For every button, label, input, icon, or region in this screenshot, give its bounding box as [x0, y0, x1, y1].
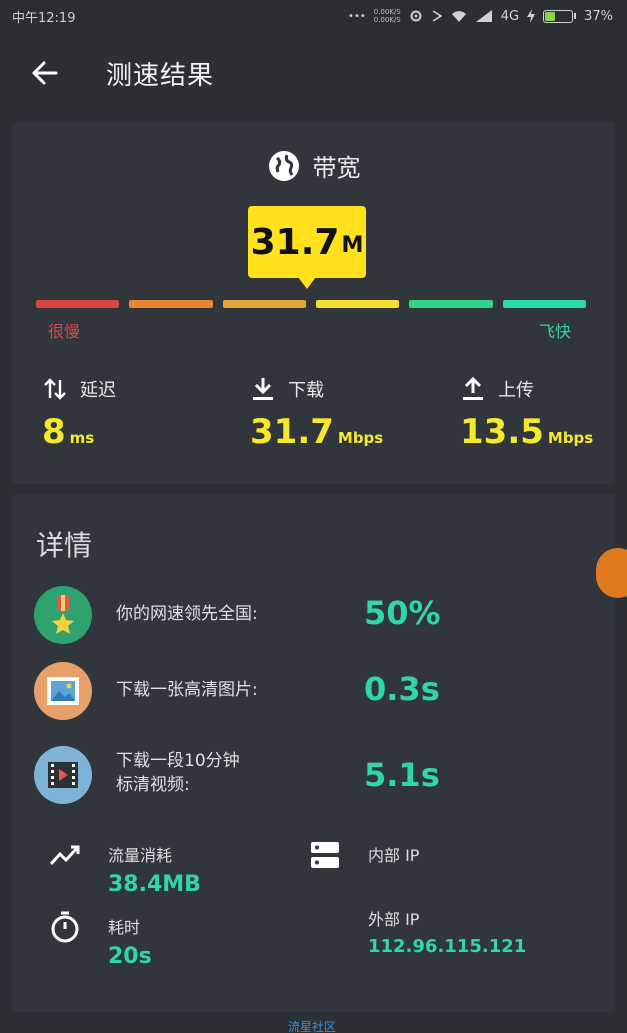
settings-gear-icon [410, 10, 422, 22]
duration-label: 耗时 [108, 918, 141, 937]
download-metric: 下载 31.7 Mbps [250, 376, 383, 452]
detail-row-rank: 你的网速领先全国: 50% [12, 586, 615, 646]
duration-info: 耗时 20s [108, 914, 152, 969]
status-bar: 中午12:19 ••• 0.00K/S 0.00K/S 4G 37% [0, 0, 627, 32]
upload-unit: Mbps [547, 429, 594, 447]
latency-metric: 延迟 8 ms [42, 376, 116, 452]
upload-icon [463, 376, 483, 400]
globe-icon [268, 150, 299, 181]
network-speed: 0.00K/S 0.00K/S [374, 8, 401, 24]
rank-label: 你的网速领先全国: [116, 604, 258, 624]
floating-edge-button[interactable] [596, 548, 627, 598]
page-title: 测速结果 [106, 60, 215, 91]
latency-label: 延迟 [80, 380, 116, 401]
battery-percent: 37% [584, 8, 613, 24]
download-icon [253, 378, 273, 400]
details-card: 详情 你的网速领先全国: 50% 下载一张高清图片: 0.3s 下载一段10分钟… [12, 494, 615, 1012]
detail-row-picture: 下载一张高清图片: 0.3s [12, 662, 615, 722]
upload-label: 上传 [498, 380, 534, 401]
video-value: 5.1s [364, 756, 440, 794]
back-button[interactable] [24, 53, 64, 93]
latency-unit: ms [69, 429, 95, 447]
latency-arrows-icon [44, 378, 66, 400]
wifi-icon [451, 11, 466, 22]
internal-ip-label: 内部 IP [368, 846, 420, 865]
video-label-line1: 下载一段10分钟 [116, 751, 240, 771]
app-bar: 测速结果 [0, 32, 627, 114]
bandwidth-value-bubble: 31.7 M [248, 206, 366, 278]
traffic-info: 流量消耗 38.4MB [108, 842, 201, 897]
watermark-text: 流星社区 [288, 1020, 337, 1033]
bandwidth-card: 带宽 31.7 M 很慢 飞快 延迟 8 ms 下载 31.7 Mbps 上传 13… [12, 122, 615, 484]
bandwidth-label: 带宽 [312, 154, 361, 182]
bandwidth-header: 带宽 [12, 148, 615, 183]
video-icon-circle [34, 746, 92, 804]
video-label: 下载一段10分钟 标清视频: [116, 749, 240, 797]
status-icons: ••• 0.00K/S 0.00K/S 4G 37% [348, 8, 613, 24]
detail-row-video: 下载一段10分钟 标清视频: 5.1s [12, 746, 615, 806]
trending-up-icon [49, 845, 80, 866]
download-label: 下载 [288, 380, 324, 401]
upload-value: 13.5 [460, 412, 544, 452]
notification-dots: ••• [348, 10, 366, 22]
speed-down-text: 0.00K/S [373, 16, 401, 24]
speed-scale [36, 300, 586, 308]
download-unit: Mbps [337, 429, 384, 447]
status-time: 中午12:19 [12, 10, 76, 26]
scale-segment-4 [315, 300, 400, 308]
external-ip-info: 外部 IP 112.96.115.121 [368, 906, 526, 957]
medal-icon [52, 595, 74, 634]
battery-icon [543, 9, 577, 23]
external-ip-label: 外部 IP [368, 910, 420, 929]
video-label-line2: 标清视频: [116, 775, 190, 795]
signal-icon [475, 10, 492, 22]
bandwidth-unit: M [341, 232, 364, 258]
external-ip-value: 112.96.115.121 [368, 936, 527, 957]
picture-icon [47, 677, 79, 705]
upload-metric: 上传 13.5 Mbps [460, 376, 593, 452]
scale-high-label: 飞快 [538, 322, 571, 341]
duration-value: 20s [108, 944, 152, 969]
network-type: 4G [500, 8, 520, 24]
picture-label: 下载一张高清图片: [116, 680, 258, 700]
download-value: 31.7 [250, 412, 334, 452]
picture-icon-circle [34, 662, 92, 720]
bandwidth-value: 31.7 [250, 221, 340, 263]
rank-value: 50% [364, 594, 441, 632]
scale-segment-2 [129, 300, 213, 308]
back-arrow-icon [32, 61, 58, 85]
traffic-value: 38.4MB [108, 872, 201, 897]
server-icon [311, 842, 339, 868]
scale-segment-1 [36, 300, 120, 308]
medal-icon-circle [34, 586, 92, 644]
scale-low-label: 很慢 [48, 322, 81, 341]
traffic-label: 流量消耗 [108, 846, 173, 865]
vibrate-icon [432, 10, 443, 22]
charging-bolt-icon [527, 9, 536, 23]
scale-segment-5 [409, 300, 493, 308]
scale-segment-3 [222, 300, 306, 308]
internal-ip-info: 内部 IP [368, 842, 419, 872]
scale-segment-6 [502, 300, 586, 308]
bubble-pointer [298, 277, 316, 289]
picture-value: 0.3s [364, 670, 440, 708]
stopwatch-icon [51, 911, 79, 943]
speed-up-text: 0.00K/S [373, 8, 401, 16]
video-icon [48, 762, 78, 788]
details-title: 详情 [36, 529, 93, 562]
latency-value: 8 [42, 412, 66, 452]
